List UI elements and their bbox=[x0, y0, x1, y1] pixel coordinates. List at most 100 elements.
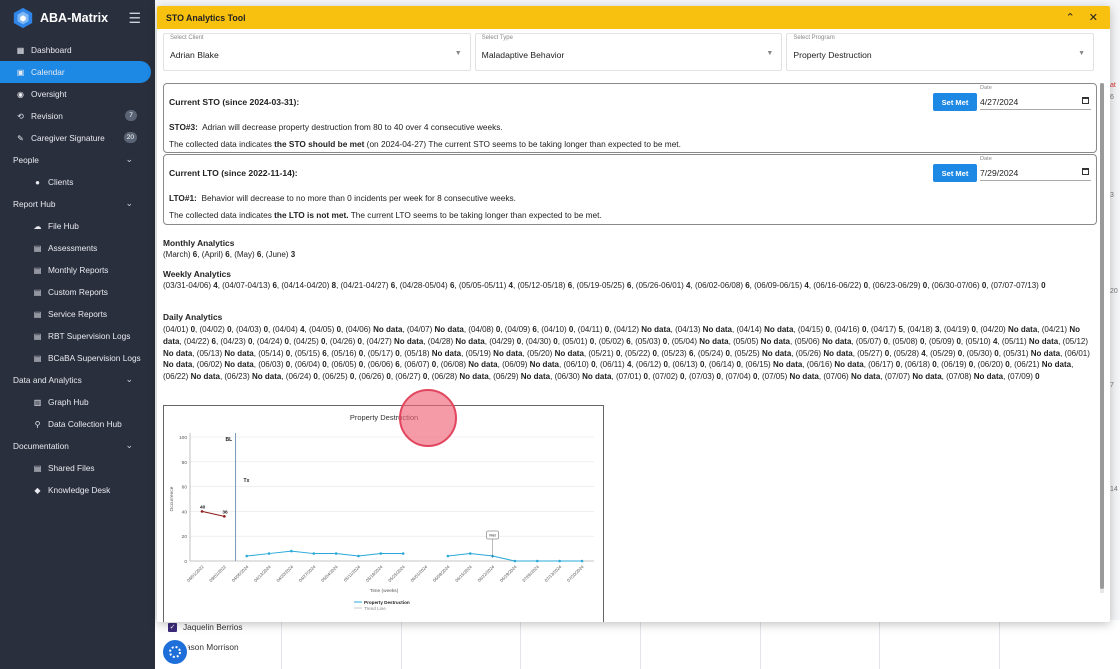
sidebar-item-shared-files[interactable]: ▤ Shared Files bbox=[0, 457, 155, 479]
sidebar-item-oversight[interactable]: ◉ Oversight bbox=[0, 83, 155, 105]
analytics-value: No data bbox=[1041, 360, 1072, 370]
analytics-period: (05/30) bbox=[966, 348, 992, 358]
analytics-value: 6 bbox=[390, 281, 396, 290]
sidebar-item-calendar[interactable]: ▣ Calendar bbox=[0, 61, 151, 83]
report-icon: ▤ bbox=[33, 265, 42, 275]
chevron-down-icon[interactable]: ⌄ bbox=[125, 440, 133, 451]
client-select[interactable]: Select Client Adrian Blake ▼ bbox=[163, 33, 471, 71]
sidebar-item-graph-hub[interactable]: ▥ Graph Hub bbox=[0, 391, 155, 413]
graduation-icon: ◆ bbox=[34, 485, 41, 495]
modal-scrollbar[interactable] bbox=[1100, 83, 1104, 593]
analytics-period: (06/26) bbox=[358, 372, 385, 382]
file-icon: ▤ bbox=[33, 463, 42, 473]
lto-title: Current LTO (since 2022-11-14): bbox=[169, 168, 298, 178]
edge-label: 7 bbox=[1110, 382, 1114, 389]
analytics-value: No data bbox=[373, 325, 403, 334]
analytics-value: 0 bbox=[883, 336, 888, 346]
analytics-period: (04/18) bbox=[907, 325, 933, 334]
analytics-value: 0 bbox=[1005, 360, 1010, 370]
analytics-value: No data bbox=[163, 360, 193, 370]
chevron-down-icon[interactable]: ⌄ bbox=[125, 198, 133, 209]
monthly-title: Monthly Analytics bbox=[163, 238, 235, 248]
x-tick-label: 05/18/2024 bbox=[365, 564, 384, 583]
analytics-period: (06/02) bbox=[196, 360, 223, 370]
sidebar-item-revision[interactable]: ⟲ Revision 7 bbox=[0, 105, 155, 127]
data-point bbox=[245, 554, 249, 558]
type-select[interactable]: Select Type Maladaptive Behavior ▼ bbox=[474, 33, 783, 71]
analytics-value: 0 bbox=[753, 372, 758, 382]
analytics-value: No data bbox=[529, 360, 560, 370]
program-select[interactable]: Select Program Property Destruction ▼ bbox=[786, 33, 1095, 71]
data-point bbox=[446, 554, 450, 558]
close-icon[interactable]: ✕ bbox=[1089, 11, 1098, 24]
analytics-period: (05/26) bbox=[795, 348, 822, 358]
y-tick-label: 80 bbox=[182, 460, 188, 466]
analytics-value: No data bbox=[789, 372, 819, 382]
lto-set-met-button[interactable]: Set Met bbox=[933, 164, 977, 182]
analytics-value: 0 bbox=[285, 360, 291, 370]
data-point bbox=[535, 559, 539, 563]
analytics-value: 0 bbox=[716, 372, 721, 382]
graph-icon: ▥ bbox=[33, 397, 42, 407]
analytics-period: (04/09) bbox=[504, 325, 531, 334]
analytics-value: No data bbox=[468, 360, 498, 370]
menu-icon[interactable]: ☰ bbox=[128, 10, 141, 27]
analytics-period: (06/30-07/06) bbox=[931, 281, 980, 290]
calendar-icon[interactable] bbox=[1082, 97, 1089, 104]
scrollbar-thumb[interactable] bbox=[1100, 83, 1104, 589]
analytics-period: (07/05) bbox=[761, 372, 788, 382]
sidebar-item-people[interactable]: People ⌄ bbox=[0, 149, 155, 171]
staff-item[interactable]: ason Morrison bbox=[186, 642, 239, 652]
sidebar-item-data-and-analytics[interactable]: Data and Analytics ⌄ bbox=[0, 369, 155, 391]
sidebar-item-report-hub[interactable]: Report Hub ⌄ bbox=[0, 193, 155, 215]
sidebar-item-caregiver-signature[interactable]: ✎ Caregiver Signature 20 bbox=[0, 127, 155, 149]
chevron-down-icon[interactable]: ⌄ bbox=[125, 374, 133, 385]
analytics-period: (06/20) bbox=[977, 360, 1004, 370]
monthly-values: (March) 6, (April) 6, (May) 6, (June) 3 bbox=[163, 250, 296, 259]
met-annotation: Met bbox=[489, 534, 496, 538]
analytics-period: (05/07) bbox=[855, 336, 882, 346]
sidebar-item-documentation[interactable]: Documentation ⌄ bbox=[0, 435, 155, 457]
sidebar-item-data-collection-hub[interactable]: ⚲ Data Collection Hub bbox=[0, 413, 155, 435]
analytics-period: (06/03) bbox=[258, 360, 284, 370]
analytics-value: 0 bbox=[349, 372, 355, 382]
analytics-period: (06/14) bbox=[708, 360, 735, 370]
lto-date-field[interactable]: Date 7/29/2024 bbox=[980, 156, 1091, 181]
analytics-period: (06/23) bbox=[224, 372, 250, 382]
analytics-value: No data bbox=[761, 348, 792, 358]
sto-set-met-button[interactable]: Set Met bbox=[933, 93, 977, 111]
analytics-value: 0 bbox=[652, 348, 657, 358]
analytics-value: 0 bbox=[358, 348, 364, 358]
dashboard-icon: ▦ bbox=[16, 45, 25, 55]
brand[interactable]: ABA-Matrix ☰ bbox=[0, 0, 155, 36]
sto-date-field[interactable]: Date 4/27/2024 bbox=[980, 85, 1091, 110]
sidebar-item-service-reports[interactable]: ▤ Service Reports bbox=[0, 303, 155, 325]
settings-fab[interactable] bbox=[161, 638, 189, 666]
sidebar-item-assessments[interactable]: ▤ Assessments bbox=[0, 237, 155, 259]
sidebar-item-dashboard[interactable]: ▦ Dashboard bbox=[0, 39, 155, 61]
analytics-value: 0 bbox=[736, 360, 741, 370]
analytics-value: 0 bbox=[322, 360, 327, 370]
analytics-period: (05/12-05/18) bbox=[517, 281, 566, 290]
analytics-period: (05/12) bbox=[1062, 336, 1089, 346]
checkbox-icon[interactable]: ✓ bbox=[168, 622, 177, 632]
analytics-period: (05/18) bbox=[404, 348, 430, 358]
sidebar-item-monthly-reports[interactable]: ▤ Monthly Reports bbox=[0, 259, 155, 281]
sidebar-item-rbt-supervision-logs[interactable]: ▤ RBT Supervision Logs bbox=[0, 325, 155, 347]
sidebar-item-file-hub[interactable]: ☁ File Hub bbox=[0, 215, 155, 237]
report-icon: ▤ bbox=[33, 287, 42, 297]
sidebar-item-custom-reports[interactable]: ▤ Custom Reports bbox=[0, 281, 155, 303]
analytics-value: No data bbox=[394, 336, 424, 346]
x-axis-label: Time (weeks) bbox=[370, 588, 399, 594]
collapse-icon[interactable]: ⌃ bbox=[1066, 11, 1075, 24]
analytics-value: No data bbox=[434, 325, 464, 334]
chevron-down-icon[interactable]: ⌄ bbox=[125, 154, 133, 165]
cloud-icon: ☁ bbox=[33, 221, 42, 231]
sidebar-item-label: Clients bbox=[48, 177, 74, 187]
staff-item[interactable]: ✓ Jaquelin Berrios bbox=[168, 622, 243, 632]
daily-title: Daily Analytics bbox=[163, 312, 223, 322]
sidebar-item-knowledge-desk[interactable]: ◆ Knowledge Desk bbox=[0, 479, 155, 501]
calendar-icon[interactable] bbox=[1082, 168, 1089, 175]
sidebar-item-bcaba-supervision-logs[interactable]: ▤ BCaBA Supervision Logs bbox=[0, 347, 155, 369]
sidebar-item-clients[interactable]: ● Clients bbox=[0, 171, 155, 193]
